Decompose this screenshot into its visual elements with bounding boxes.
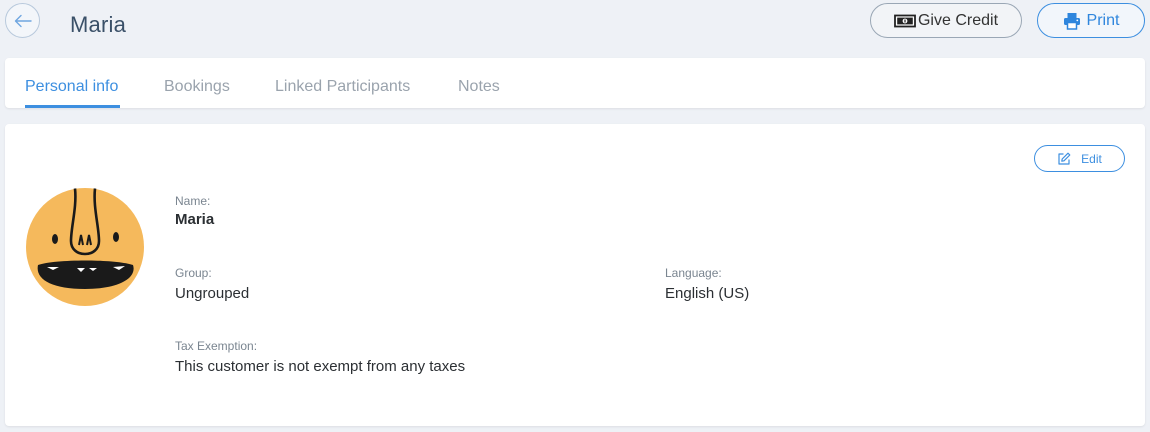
tab-bookings[interactable]: Bookings (164, 78, 230, 96)
language-value: English (US) (665, 285, 750, 302)
page-header: Maria Give Credit Print (0, 0, 1150, 50)
language-label: Language: (665, 266, 722, 280)
print-button[interactable]: Print (1037, 3, 1145, 38)
tab-personal-info[interactable]: Personal info (25, 78, 118, 96)
print-label: Print (1086, 11, 1120, 29)
name-value: Maria (175, 211, 215, 228)
tax-exemption-label: Tax Exemption: (175, 339, 258, 353)
avatar (25, 187, 145, 307)
group-label: Group: (175, 266, 212, 280)
edit-button[interactable]: Edit (1034, 145, 1125, 172)
tab-notes[interactable]: Notes (458, 78, 500, 96)
tax-exemption-value: This customer is not exempt from any tax… (175, 358, 466, 375)
name-label: Name: (175, 194, 211, 208)
tabs-bar: Personal info Bookings Linked Participan… (5, 58, 1145, 108)
give-credit-label: Give Credit (917, 11, 999, 29)
give-credit-button[interactable]: Give Credit (870, 3, 1022, 38)
edit-label: Edit (1081, 151, 1102, 166)
pencil-square-icon (1057, 152, 1071, 166)
back-button[interactable] (5, 3, 40, 38)
personal-info-card: Edit Name: Maria Group: Ungrouped Langua… (5, 124, 1145, 426)
tab-linked-participants[interactable]: Linked Participants (275, 78, 410, 96)
group-value: Ungrouped (175, 285, 250, 302)
banknote-icon (894, 14, 916, 28)
arrow-left-icon (13, 14, 33, 28)
active-tab-indicator (25, 105, 120, 108)
printer-icon (1063, 12, 1081, 30)
page-title: Maria (70, 12, 127, 37)
